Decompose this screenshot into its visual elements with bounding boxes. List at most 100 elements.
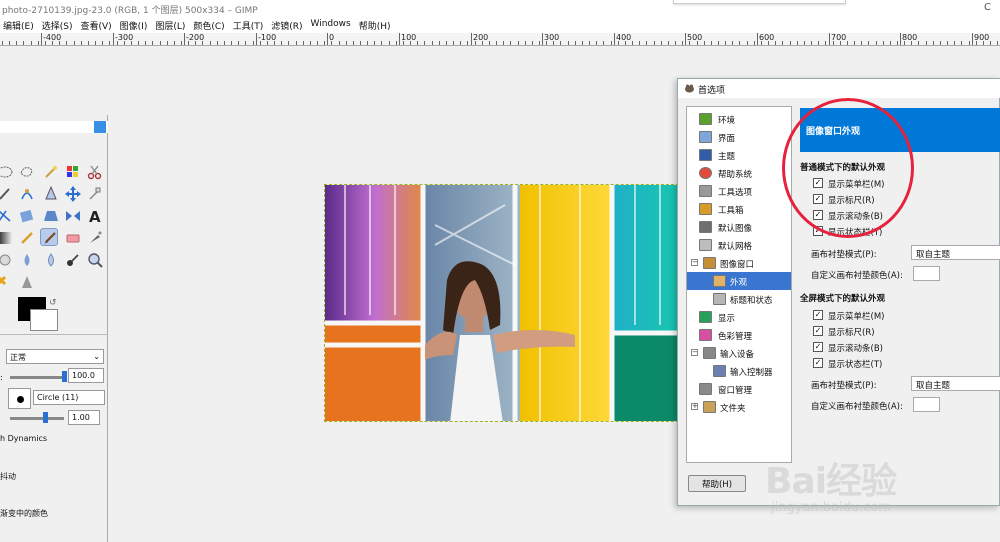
tree-item-appearance[interactable]: 外观: [687, 272, 791, 290]
ruler-minor-tick: [310, 41, 311, 45]
free-select-icon[interactable]: [18, 163, 36, 181]
ruler-minor-tick: [439, 41, 440, 45]
airbrush-icon[interactable]: [86, 229, 104, 247]
size-slider-knob[interactable]: [43, 412, 48, 423]
ruler-minor-tick: [918, 41, 919, 45]
dodge-burn-icon[interactable]: [18, 273, 36, 291]
collapse-icon[interactable]: −: [691, 259, 698, 266]
blend-icon[interactable]: [0, 229, 14, 247]
ruler-minor-tick: [532, 41, 533, 45]
clone-icon[interactable]: [0, 251, 14, 269]
flip-icon[interactable]: [64, 207, 82, 225]
measure-icon[interactable]: [0, 273, 14, 291]
tree-item-input-devices[interactable]: − 输入设备: [687, 344, 791, 362]
menu-colors[interactable]: 颜色(C): [190, 17, 229, 33]
tree-item-tool-options[interactable]: 工具选项: [687, 182, 791, 200]
collapse-icon[interactable]: −: [691, 349, 698, 356]
opacity-spinner[interactable]: 100.0: [68, 368, 104, 383]
ruler-minor-tick: [969, 41, 970, 45]
rotate-icon[interactable]: [18, 207, 36, 225]
tree-item-display[interactable]: 显示: [687, 308, 791, 326]
paths-icon[interactable]: [18, 185, 36, 203]
ruler-minor-tick: [23, 41, 24, 45]
tree-item-color-management[interactable]: 色彩管理: [687, 326, 791, 344]
window-control-icon[interactable]: C: [984, 2, 991, 13]
scissors-select-icon[interactable]: [86, 163, 104, 181]
help-button[interactable]: 帮助(H): [688, 475, 746, 492]
tree-item-input-controllers[interactable]: 输入控制器: [687, 362, 791, 380]
size-slider-track[interactable]: [10, 417, 64, 420]
expand-icon[interactable]: +: [691, 403, 698, 410]
brush-preview[interactable]: [8, 388, 31, 409]
tree-item-theme[interactable]: 主题: [687, 146, 791, 164]
move-icon[interactable]: [64, 185, 82, 203]
foreground-select-icon[interactable]: [0, 185, 14, 203]
size-spinner[interactable]: 1.00: [68, 410, 100, 425]
brush-name-field[interactable]: Circle (11): [33, 390, 105, 405]
canvas-image[interactable]: [324, 184, 679, 422]
select-by-color-icon[interactable]: [64, 163, 82, 181]
menu-help[interactable]: 帮助(H): [356, 17, 396, 33]
ruler-minor-tick: [360, 41, 361, 45]
perspective-icon[interactable]: [42, 207, 60, 225]
blur-icon[interactable]: [42, 251, 60, 269]
dialog-title-bar: 首选项: [678, 79, 1000, 98]
swap-colors-icon[interactable]: ↺: [49, 298, 57, 308]
menu-tools[interactable]: 工具(T): [230, 17, 269, 33]
checkbox-checked-icon[interactable]: ✓: [813, 326, 823, 336]
tree-item-default-image[interactable]: 默认图像: [687, 218, 791, 236]
menu-edit[interactable]: 编辑(E): [0, 17, 39, 33]
eraser-icon[interactable]: [64, 229, 82, 247]
opacity-slider-track[interactable]: [10, 376, 65, 379]
smudge-icon[interactable]: [64, 251, 82, 269]
fullscreen-padding-mode-select[interactable]: 取自主题: [911, 376, 1000, 391]
watermark-url: jingyan.baidu.com: [771, 500, 891, 515]
tree-item-window-management[interactable]: 窗口管理: [687, 380, 791, 398]
tree-item-default-grid[interactable]: 默认网格: [687, 236, 791, 254]
ruler-minor-tick: [288, 41, 289, 45]
crop-icon[interactable]: [0, 207, 14, 225]
opacity-slider-knob[interactable]: [62, 371, 67, 382]
fullscreen-padding-color-button[interactable]: [913, 397, 940, 412]
pencil-icon[interactable]: [18, 229, 36, 247]
ruler-minor-tick: [897, 41, 898, 45]
tree-item-help-system[interactable]: 帮助系统: [687, 164, 791, 182]
normal-padding-mode-select[interactable]: 取自主题: [911, 245, 1000, 260]
heal-icon[interactable]: [18, 251, 36, 269]
menu-select[interactable]: 选择(S): [39, 17, 78, 33]
menu-windows[interactable]: Windows: [308, 17, 356, 33]
menu-filters[interactable]: 滤镜(R): [268, 17, 307, 33]
horizontal-ruler[interactable]: -400 -300 -200 -100 0 100 200 300 400 500 600 700 80…: [0, 33, 1000, 46]
checkbox-checked-icon[interactable]: ✓: [813, 358, 823, 368]
ellipse-select-icon[interactable]: [0, 163, 14, 181]
tree-item-toolbox[interactable]: 工具箱: [687, 200, 791, 218]
checkbox-checked-icon[interactable]: ✓: [813, 342, 823, 352]
ruler-minor-tick: [611, 41, 612, 45]
normal-padding-mode-label: 画布衬垫模式(P):: [811, 250, 877, 260]
background-color-swatch[interactable]: [30, 309, 58, 331]
ruler-minor-tick: [568, 41, 569, 45]
normal-padding-color-button[interactable]: [913, 266, 940, 281]
menu-view[interactable]: 查看(V): [77, 17, 116, 33]
text-icon[interactable]: A: [86, 207, 104, 226]
align-icon[interactable]: [86, 185, 104, 203]
paintbrush-icon[interactable]: [40, 228, 58, 246]
tool-options-icon: [699, 185, 712, 197]
ruler-minor-tick: [711, 41, 712, 45]
svg-text:A: A: [89, 208, 101, 225]
menu-image[interactable]: 图像(I): [117, 17, 153, 33]
size-value: 1.00: [72, 413, 90, 422]
color-picker-icon[interactable]: [42, 185, 60, 203]
menu-layer[interactable]: 图层(L): [152, 17, 190, 33]
fuzzy-select-icon[interactable]: [42, 163, 60, 181]
tree-item-interface[interactable]: 界面: [687, 128, 791, 146]
mode-select[interactable]: 正常 ⌄: [6, 349, 104, 364]
tree-item-folders[interactable]: + 文件夹: [687, 398, 791, 416]
checkbox-checked-icon[interactable]: ✓: [813, 310, 823, 320]
tree-item-environment[interactable]: 环境: [687, 110, 791, 128]
title-status-icon: [713, 293, 726, 305]
tree-item-image-window[interactable]: − 图像窗口: [687, 254, 791, 272]
tree-item-title-status[interactable]: 标题和状态: [687, 290, 791, 308]
toolbox-close-icon[interactable]: [94, 121, 106, 133]
zoom-icon[interactable]: [86, 251, 104, 269]
